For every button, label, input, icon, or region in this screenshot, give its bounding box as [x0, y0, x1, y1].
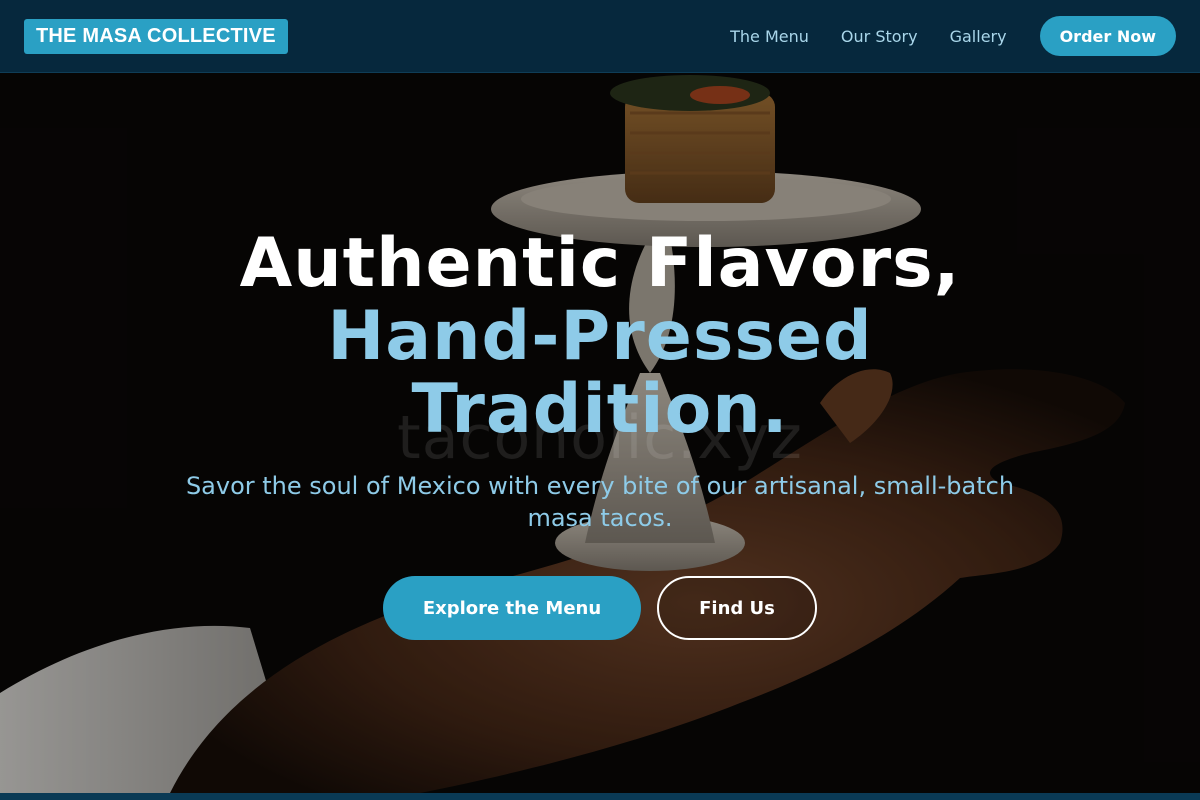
- hero-content: Authentic Flavors, Hand-Pressed Traditio…: [0, 227, 1200, 640]
- hero-headline: Authentic Flavors, Hand-Pressed Traditio…: [0, 227, 1200, 446]
- nav-link-gallery[interactable]: Gallery: [950, 27, 1007, 46]
- find-us-button[interactable]: Find Us: [657, 576, 817, 640]
- hero-section: tacoholic.xyz Authentic Flavors, Hand-Pr…: [0, 73, 1200, 793]
- nav-links: The Menu Our Story Gallery Order Now: [730, 16, 1176, 56]
- next-section-edge: [0, 793, 1200, 800]
- headline-line-1: Authentic Flavors,: [239, 224, 961, 303]
- top-navbar: THE MASA COLLECTIVE The Menu Our Story G…: [0, 0, 1200, 73]
- explore-menu-button[interactable]: Explore the Menu: [383, 576, 641, 640]
- headline-line-2: Hand-Pressed: [327, 297, 873, 376]
- nav-link-menu[interactable]: The Menu: [730, 27, 809, 46]
- nav-link-our-story[interactable]: Our Story: [841, 27, 918, 46]
- order-now-button[interactable]: Order Now: [1039, 16, 1176, 56]
- site-logo[interactable]: THE MASA COLLECTIVE: [24, 18, 288, 54]
- headline-line-3: Tradition.: [411, 370, 789, 449]
- hero-subtitle: Savor the soul of Mexico with every bite…: [185, 472, 1015, 532]
- cta-row: Explore the Menu Find Us: [0, 576, 1200, 640]
